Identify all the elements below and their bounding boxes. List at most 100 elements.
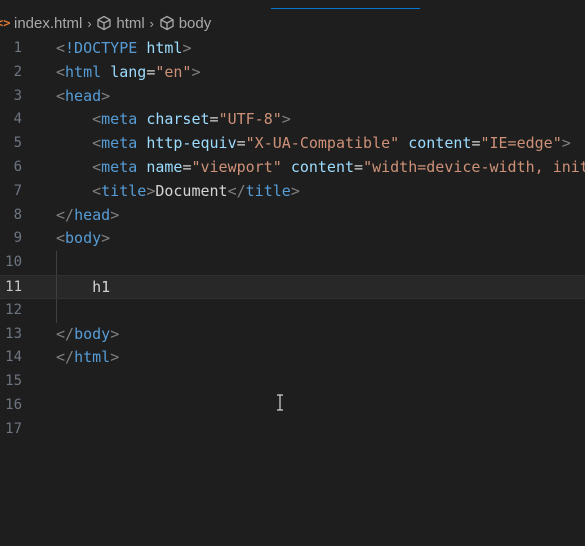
code-line[interactable]: 15 [0, 370, 585, 394]
line-number: 10 [5, 254, 22, 271]
indent-guide [56, 298, 57, 323]
code-token: < [92, 181, 102, 200]
line-text: <meta charset="UTF-8"> [56, 108, 291, 132]
line-number: 6 [13, 158, 22, 175]
breadcrumb-body[interactable]: body [179, 15, 212, 32]
line-number: 1 [13, 40, 22, 56]
line-text: <body> [56, 227, 110, 251]
code-token: > [101, 229, 111, 248]
code-token: > [281, 110, 291, 129]
breadcrumb-html[interactable]: html [116, 15, 144, 32]
code-line[interactable]: 2 <html lang="en"> [0, 61, 585, 85]
code-line[interactable]: 5 <meta http-equiv="X-UA-Compatible" con… [0, 132, 585, 156]
html-file-icon: <> [0, 16, 11, 30]
code-line[interactable]: 4 <meta charset="UTF-8"> [0, 108, 585, 132]
code-area[interactable]: 1 <!DOCTYPE html> 2 <html lang="en"> 3 <head>… [0, 37, 585, 442]
code-token: > [290, 181, 300, 200]
line-text: h1 [56, 276, 110, 300]
code-token: "en" [155, 62, 192, 81]
code-line[interactable]: 14 </html> [0, 346, 585, 370]
code-token: "UTF-8" [218, 110, 282, 129]
line-text: <meta http-equiv="X-UA-Compatible" conte… [56, 132, 571, 156]
breadcrumb-file[interactable]: index.html [14, 15, 82, 32]
indent-guide [56, 251, 57, 275]
code-line[interactable]: 7 <title>Document</title> [0, 180, 585, 204]
code-line[interactable]: 12 [0, 298, 585, 323]
line-number: 13 [5, 325, 22, 342]
line-number: 5 [13, 135, 22, 152]
line-number: 11 [5, 278, 22, 295]
code-token: = [354, 157, 364, 176]
line-number: 3 [13, 87, 22, 104]
code-line[interactable]: 1 <!DOCTYPE html> [0, 37, 585, 61]
code-token: content [408, 134, 472, 153]
code-line[interactable]: 16 [0, 394, 585, 418]
line-text: </head> [56, 204, 119, 228]
line-number: 4 [13, 111, 22, 128]
code-token: charset [146, 110, 210, 129]
code-token: = [209, 110, 219, 129]
code-token: "width=device-width, initial-scale=1.0" [363, 157, 585, 176]
line-text: <meta name="viewport" content="width=dev… [56, 156, 585, 180]
symbol-tag-icon [96, 15, 112, 31]
line-number: 15 [5, 373, 22, 390]
code-line[interactable]: 10 [0, 251, 585, 275]
code-line[interactable]: 3 <head> [0, 85, 585, 109]
code-token: Document [155, 181, 228, 200]
line-number: 8 [13, 206, 22, 223]
code-line[interactable]: 13 </body> [0, 323, 585, 347]
line-text: <head> [56, 85, 110, 109]
code-token: head [74, 205, 111, 224]
code-token: head [65, 86, 102, 105]
code-token: "IE=edge" [480, 134, 562, 153]
code-token: > [110, 348, 120, 367]
code-token: < [56, 86, 66, 105]
line-number: 14 [5, 349, 22, 366]
code-token: name [146, 157, 183, 176]
code-token: </ [56, 348, 75, 367]
active-tab-indicator [271, 8, 420, 9]
code-token: meta [101, 134, 138, 153]
code-token: !DOCTYPE [65, 39, 138, 57]
code-token: = [236, 134, 246, 153]
code-line[interactable]: 8 </head> [0, 204, 585, 228]
code-token: "viewport" [191, 157, 282, 176]
line-number: 17 [5, 420, 22, 437]
code-token: < [56, 229, 66, 248]
line-number: 7 [13, 182, 22, 199]
text-cursor-icon [276, 394, 284, 411]
code-token: > [110, 205, 120, 224]
code-line[interactable]: 11 h1 [0, 274, 585, 300]
code-line[interactable]: 9 <body> [0, 227, 585, 251]
chevron-right-icon: › [149, 15, 154, 31]
code-token: > [561, 134, 571, 153]
code-token: </ [56, 324, 75, 343]
code-token: < [92, 110, 102, 129]
line-text: <!DOCTYPE html> [56, 37, 191, 61]
chevron-right-icon: › [87, 15, 92, 31]
code-token: < [92, 134, 102, 153]
line-number: 2 [13, 63, 22, 80]
code-token: h1 [92, 277, 111, 296]
code-token: < [56, 39, 66, 57]
code-token: http-equiv [146, 134, 237, 153]
breadcrumb: <> index.html › html › body [0, 10, 585, 36]
code-token: html [74, 348, 111, 367]
code-token: title [101, 181, 147, 200]
line-text: <html lang="en"> [56, 61, 201, 85]
line-text: </html> [56, 346, 119, 370]
code-line[interactable]: 17 [0, 418, 585, 442]
code-token: title [245, 181, 291, 200]
code-token: </ [227, 181, 246, 200]
code-editor[interactable]: <> index.html › html › body 1<!DOCTYPE h… [0, 0, 585, 546]
code-token: </ [56, 205, 75, 224]
code-line[interactable]: 6 <meta name="viewport" content="width=d… [0, 156, 585, 180]
